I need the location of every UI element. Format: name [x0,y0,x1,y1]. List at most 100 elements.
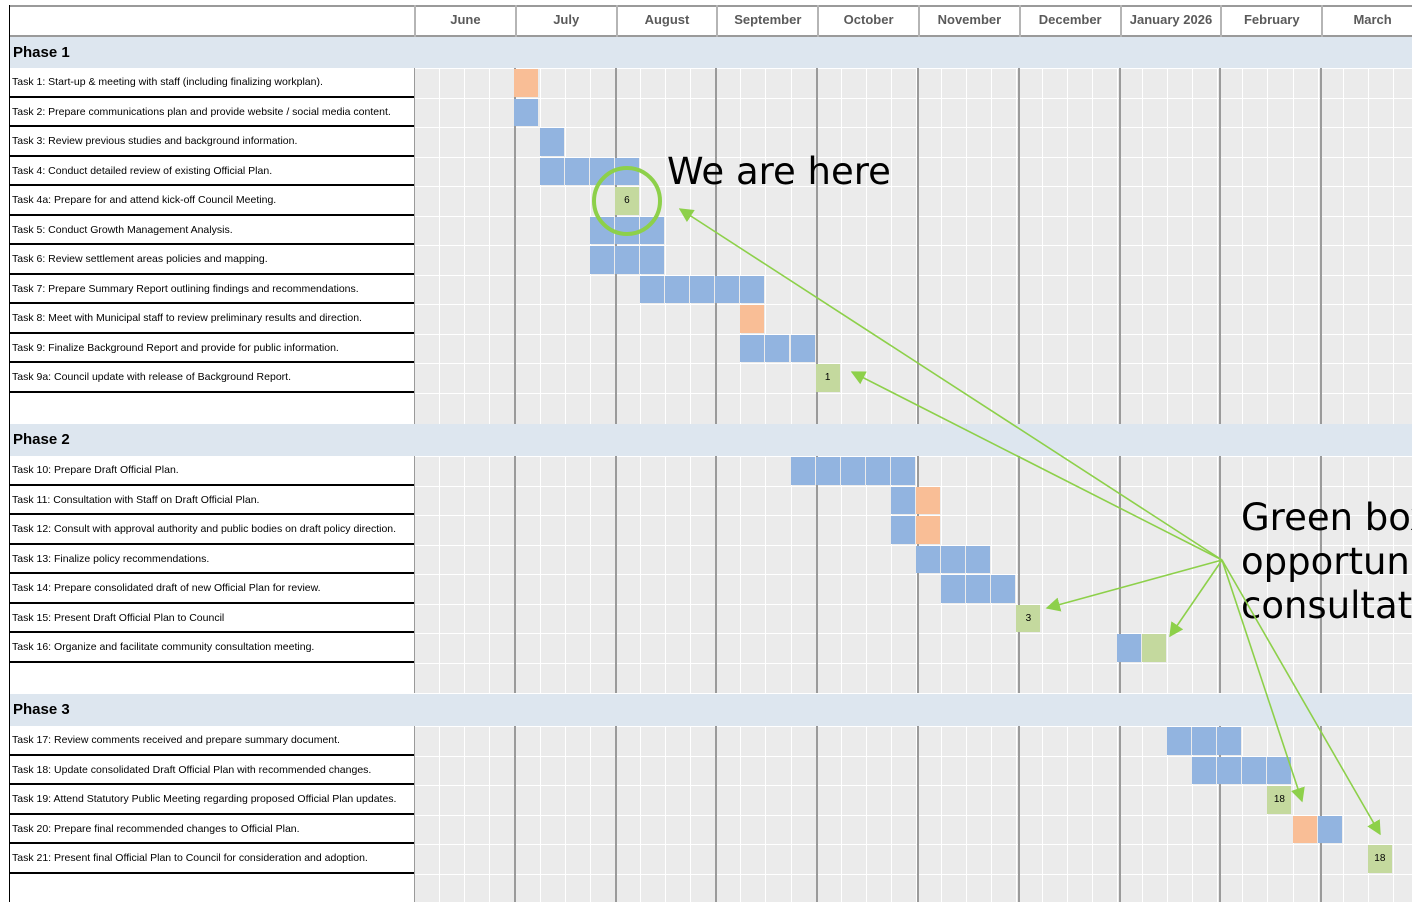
task-label: Task 10: Prepare Draft Official Plan. [10,456,414,486]
task-bar-cell [1192,727,1217,755]
month-divider [513,456,516,693]
task-label: Task 1: Start-up & meeting with staff (i… [10,68,414,98]
task-label: Task 4: Conduct detailed review of exist… [10,156,414,186]
month-header: December [1018,5,1120,37]
we-are-here-label: We are here [667,150,891,193]
task-bar-cell [564,157,589,185]
task-bar-cell [916,516,941,544]
task-bar-cell [614,157,639,185]
task-label: Task 5: Conduct Growth Management Analys… [10,215,414,245]
task-label: Task 11: Consultation with Staff on Draf… [10,485,414,515]
month-divider [1320,726,1323,902]
month-header: February [1220,5,1321,37]
task-bar-cell [639,246,664,274]
task-bar-cell [539,128,564,156]
month-header: November [918,5,1019,37]
task-bar-cell [614,246,639,274]
phase-header: Phase 3 [10,694,1412,726]
task-bar-cell [1317,815,1342,843]
task-bar-cell [966,575,991,603]
task-label: Task 2: Prepare communications plan and … [10,97,414,127]
month-divider [1118,726,1121,902]
task-bar-cell [589,157,614,185]
task-bar-cell [966,545,991,573]
blank-label-row [10,392,414,424]
task-bar-cell [941,575,966,603]
row-gridline [414,633,1412,634]
task-label: Task 13: Finalize policy recommendations… [10,544,414,574]
consultation-count: 6 [614,187,639,215]
month-header: September [716,5,817,37]
task-bar-cell [941,545,966,573]
task-label: Task 15: Present Draft Official Plan to … [10,603,414,633]
task-bar-cell [790,457,815,485]
task-label: Task 16: Organize and facilitate communi… [10,633,414,663]
consultation-count: 3 [1016,604,1041,632]
task-bar-cell [690,275,715,303]
task-bar-cell [916,486,941,514]
task-bar-cell [815,457,840,485]
row-gridline [414,97,1412,99]
month-header: August [615,5,717,37]
month-header: October [817,5,918,37]
task-bar-cell [514,69,539,97]
month-header: July [514,5,616,37]
task-bar-cell [865,457,890,485]
month-divider [816,726,819,902]
task-bar-cell [1116,634,1141,662]
consultation-count: 1 [815,364,840,392]
task-bar-cell [740,334,765,362]
month-divider [1320,68,1323,424]
task-bar-cell [539,157,564,185]
task-bar-cell [514,98,539,126]
month-divider [816,456,819,693]
blank-label-row [10,662,414,693]
phase-header: Phase 2 [10,424,1412,456]
task-bar-cell [715,275,740,303]
task-label: Task 18: Update consolidated Draft Offic… [10,755,414,785]
task-label: Task 6: Review settlement areas policies… [10,245,414,275]
row-gridline [414,215,1412,217]
task-bar-cell [1267,756,1292,784]
row-gridline [414,333,1412,335]
row-gridline [414,392,1412,394]
month-divider [715,456,718,693]
month-divider [513,726,516,902]
consultation-count: 18 [1267,786,1292,814]
task-bar-cell [639,275,664,303]
month-divider [1017,726,1020,902]
task-bar-cell [639,216,664,244]
task-bar-cell [1242,756,1267,784]
task-bar-cell [589,216,614,244]
row-gridline [414,844,1412,845]
task-label: Task 19: Attend Statutory Public Meeting… [10,785,414,815]
task-label: Task 8: Meet with Municipal staff to rev… [10,304,414,334]
month-divider [1017,68,1020,424]
row-gridline [414,785,1412,786]
month-divider [614,456,617,693]
row-gridline [414,127,1412,128]
month-divider [917,68,919,424]
green-boxes-note-line-2: opportunit [1241,540,1412,583]
month-header: January 2026 [1119,5,1221,37]
month-divider [917,726,919,902]
row-gridline [414,68,1412,69]
month-divider [1219,68,1222,424]
task-bar-cell [614,216,639,244]
task-label: Task 14: Prepare consolidated draft of n… [10,574,414,604]
green-boxes-note-line-1: Green box [1241,496,1412,539]
row-gridline [414,873,1412,875]
consultation-count: 18 [1367,845,1392,873]
header-corner-blank [10,5,414,37]
task-label: Task 3: Review previous studies and back… [10,127,414,157]
month-divider [614,726,617,902]
task-label: Task 7: Prepare Summary Report outlining… [10,274,414,304]
month-divider [715,68,718,424]
task-label: Task 21: Present final Official Plan to … [10,844,414,874]
task-bar-cell [765,334,790,362]
month-divider [1118,68,1121,424]
task-bar-cell [1141,634,1166,662]
task-bar-cell [890,516,915,544]
gantt-chart: June July August September October November De… [0,0,1412,902]
row-gridline [414,363,1412,364]
